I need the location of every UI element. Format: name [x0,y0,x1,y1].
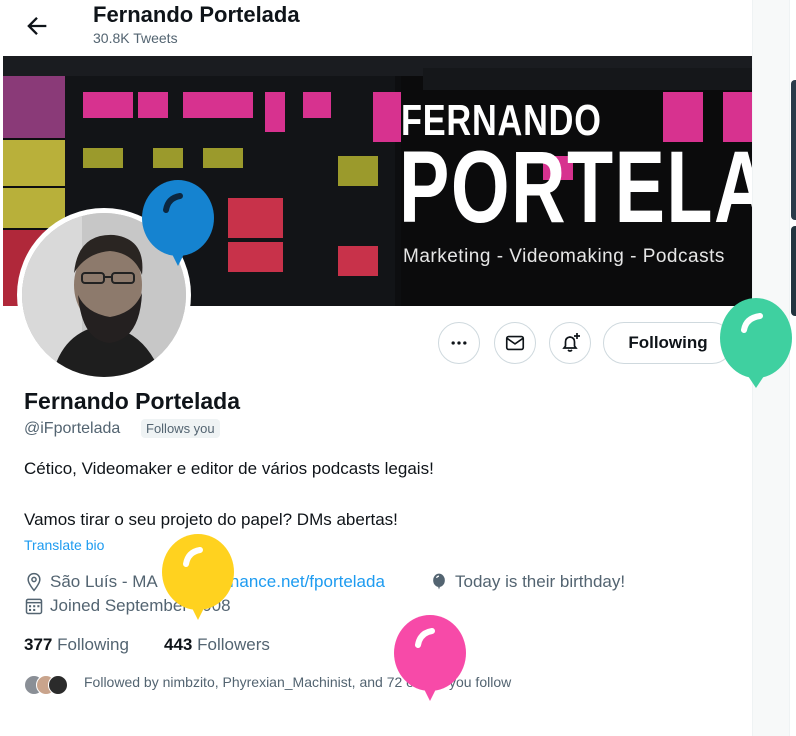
header-tweet-count: 30.8K Tweets [93,30,178,46]
header-title: Fernando Portelada [93,2,300,27]
banner-tagline: Marketing - Videomaking - Podcasts [403,246,725,267]
yellow-balloon-icon [162,534,234,620]
profile-location: São Luís - MA [24,572,158,592]
more-options-button[interactable] [438,322,480,364]
profile-name: Fernando Portelada [24,388,240,414]
back-arrow-icon[interactable] [23,12,51,40]
location-text: São Luís - MA [50,572,158,591]
bio-line-2: Vamos tirar o seu projeto do papel? DMs … [24,510,398,529]
balloon-icon [433,573,445,590]
translate-bio-link[interactable]: Translate bio [24,537,104,553]
more-dots-icon [451,341,467,345]
envelope-icon [505,335,525,351]
banner-title-line2: PORTELADA [399,130,752,244]
following-label: Following [57,635,129,654]
location-pin-icon [27,572,41,592]
profile-header: Fernando Portelada 30.8K Tweets [3,0,752,56]
green-balloon-icon [720,298,792,388]
message-button[interactable] [494,322,536,364]
calendar-icon [25,598,43,615]
followers-count: 443 [164,635,193,654]
profile-birthday: Today is their birthday! [429,572,625,592]
followers-label: Followers [197,635,270,654]
notifications-button[interactable] [549,322,591,364]
blue-balloon-icon [142,180,214,266]
following-count-link[interactable]: 377 Following [24,635,129,655]
profile-handle: @iFportelada [24,420,121,437]
follower-avatar [48,675,68,695]
pink-balloon-icon [394,615,466,701]
sidebar-media-thumbnail[interactable] [791,80,796,220]
birthday-text: Today is their birthday! [455,572,626,591]
following-button[interactable]: Following [603,322,733,364]
bio-line-1: Cético, Videomaker e editor de vários po… [24,459,434,478]
followers-count-link[interactable]: 443 Followers [164,635,270,655]
following-count: 377 [24,635,53,654]
profile-column: Fernando Portelada 30.8K Tweets FERNANDO… [3,0,753,736]
bell-plus-icon [562,333,580,352]
follows-you-badge: Follows you [141,419,220,438]
